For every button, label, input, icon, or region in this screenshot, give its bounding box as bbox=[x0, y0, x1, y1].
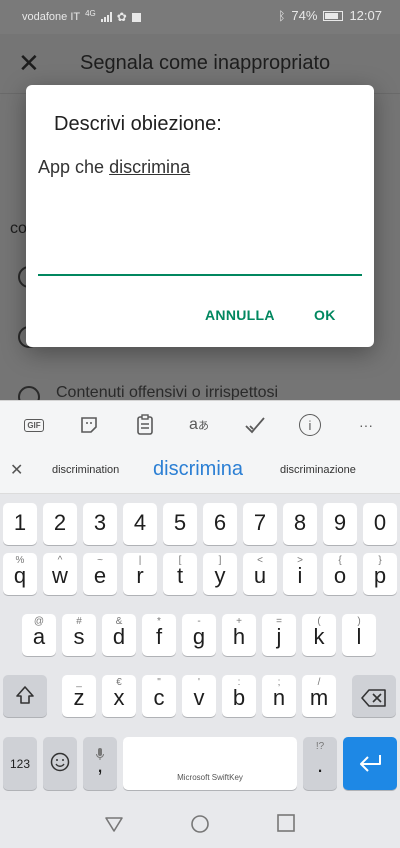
keyboard-toolbar: GIF aあ i ··· bbox=[0, 400, 400, 448]
key-n[interactable]: ; n bbox=[262, 675, 296, 717]
sticker-icon[interactable] bbox=[75, 411, 103, 439]
input-text: App che bbox=[38, 157, 110, 177]
suggestion-right[interactable]: discriminazione bbox=[280, 464, 356, 476]
key-0[interactable]: 0 bbox=[363, 503, 397, 545]
key-9[interactable]: 9 bbox=[323, 503, 357, 545]
objection-text-field[interactable]: App che discrimina bbox=[38, 157, 190, 178]
status-bar: vodafone IT 4G ✿ ᛒ 74% 12:07 bbox=[0, 0, 400, 34]
key-t[interactable]: [t bbox=[163, 553, 197, 595]
battery-icon bbox=[323, 10, 344, 21]
key-z[interactable]: _ z bbox=[62, 675, 96, 717]
battery-percent: 74% bbox=[291, 8, 318, 23]
describe-objection-dialog: Descrivi obiezione: App che discrimina A… bbox=[26, 85, 374, 347]
key-6[interactable]: 6 bbox=[203, 503, 237, 545]
key-5[interactable]: 5 bbox=[163, 503, 197, 545]
key-u[interactable]: < u bbox=[243, 553, 277, 595]
option-offensive-content[interactable]: Contenuti offensivi o irrispettosi bbox=[56, 384, 278, 400]
backspace-key[interactable] bbox=[352, 675, 396, 717]
key-7[interactable]: 7 bbox=[243, 503, 277, 545]
key-p[interactable]: } p bbox=[363, 553, 397, 595]
key-s[interactable]: # s bbox=[62, 614, 96, 656]
collapse-chevron-icon[interactable]: ✕ bbox=[10, 460, 23, 480]
suggestion-bar: ✕ discrimination discrimina discriminazi… bbox=[0, 448, 400, 494]
back-triangle-icon[interactable] bbox=[104, 814, 124, 839]
shift-key[interactable] bbox=[3, 675, 47, 717]
gif-icon[interactable]: GIF bbox=[20, 411, 48, 439]
suggestion-left[interactable]: discrimination bbox=[52, 464, 119, 476]
key-l[interactable]: ) l bbox=[342, 614, 376, 656]
key-2[interactable]: 2 bbox=[43, 503, 77, 545]
space-bar[interactable]: Microsoft SwiftKey bbox=[123, 737, 297, 790]
suggestion-center[interactable]: discrimina bbox=[153, 458, 243, 481]
radio-button[interactable] bbox=[18, 386, 40, 400]
key-1[interactable]: 1 bbox=[3, 503, 37, 545]
key-3[interactable]: 3 bbox=[83, 503, 117, 545]
key-e[interactable]: ~ e bbox=[83, 553, 117, 595]
key-b[interactable]: :b bbox=[222, 675, 256, 717]
key-c[interactable]: " c bbox=[142, 675, 176, 717]
key-o[interactable]: {o bbox=[323, 553, 357, 595]
translate-icon[interactable]: aあ bbox=[185, 411, 213, 439]
dialog-title: Descrivi obiezione: bbox=[54, 113, 222, 135]
clock: 12:07 bbox=[349, 8, 382, 23]
key-4[interactable]: 4 bbox=[123, 503, 157, 545]
network-type: 4G bbox=[85, 8, 96, 18]
ok-button[interactable]: OK bbox=[314, 307, 336, 323]
numbers-switch-key[interactable]: 123 bbox=[3, 737, 37, 790]
key-y[interactable]: ] y bbox=[203, 553, 237, 595]
keyboard: GIF aあ i ··· ✕ discrimination discrimina… bbox=[0, 400, 400, 800]
key-w[interactable]: ^ w bbox=[43, 553, 77, 595]
navigation-bar bbox=[0, 800, 400, 848]
signal-icon bbox=[100, 12, 112, 22]
screen-title: Segnala come inappropriato bbox=[80, 52, 331, 74]
carrier-name: vodafone IT bbox=[22, 11, 81, 23]
more-options-icon[interactable]: ··· bbox=[352, 411, 380, 439]
input-underlined-word: discrimina bbox=[109, 157, 191, 177]
home-circle-icon[interactable] bbox=[190, 814, 210, 839]
screen-record-icon bbox=[131, 12, 141, 22]
recents-square-icon[interactable] bbox=[277, 814, 295, 837]
key-a[interactable]: @ a bbox=[22, 614, 56, 656]
close-icon[interactable]: ✕ bbox=[18, 48, 40, 79]
enter-arrow-icon bbox=[358, 753, 384, 779]
shift-arrow-icon bbox=[15, 685, 35, 711]
key-d[interactable]: & d bbox=[102, 614, 136, 656]
key-q[interactable]: % q bbox=[3, 553, 37, 595]
tasks-check-icon[interactable] bbox=[241, 411, 269, 439]
key-k[interactable]: (k bbox=[302, 614, 336, 656]
key-i[interactable]: > i bbox=[283, 553, 317, 595]
bluetooth-icon: ᛒ bbox=[278, 8, 286, 23]
key-f[interactable]: * f bbox=[142, 614, 176, 656]
settings-gear-icon: ✿ bbox=[116, 10, 127, 24]
key-8[interactable]: 8 bbox=[283, 503, 317, 545]
emoji-icon bbox=[50, 752, 70, 778]
key-r[interactable]: | r bbox=[123, 553, 157, 595]
clipboard-icon[interactable] bbox=[131, 411, 159, 439]
partial-label: co bbox=[10, 220, 27, 237]
cancel-button[interactable]: ANNULLA bbox=[205, 307, 275, 323]
key-v[interactable]: ' v bbox=[182, 675, 216, 717]
key-m[interactable]: / m bbox=[302, 675, 336, 717]
key-h[interactable]: + h bbox=[222, 614, 256, 656]
enter-key[interactable] bbox=[343, 737, 397, 790]
period-key[interactable]: !?. bbox=[303, 737, 337, 790]
comma-key[interactable]: , bbox=[83, 737, 117, 790]
key-x[interactable]: € x bbox=[102, 675, 136, 717]
key-g[interactable]: -g bbox=[182, 614, 216, 656]
info-icon[interactable]: i bbox=[296, 411, 324, 439]
emoji-key[interactable] bbox=[43, 737, 77, 790]
key-j[interactable]: = j bbox=[262, 614, 296, 656]
backspace-icon bbox=[361, 687, 387, 713]
input-underline bbox=[38, 274, 362, 276]
